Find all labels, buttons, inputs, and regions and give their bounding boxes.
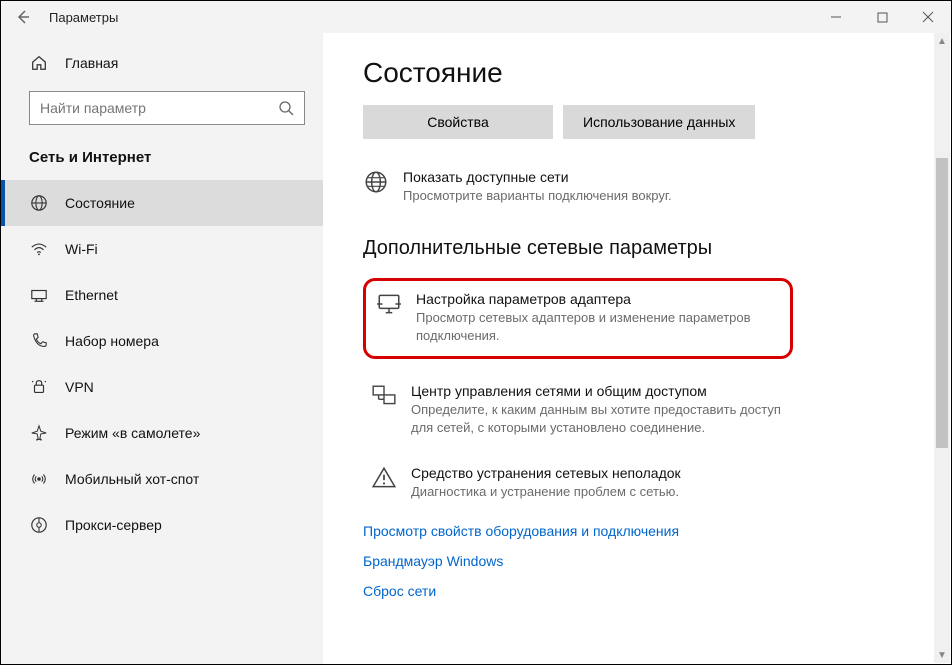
sidebar-item-label: VPN	[65, 379, 94, 395]
row-desc: Диагностика и устранение проблем с сетью…	[411, 483, 681, 501]
sidebar: Главная Сеть и Интернет Состояние	[1, 33, 323, 664]
minimize-icon	[830, 11, 842, 23]
network-center-icon	[371, 383, 397, 409]
search-input[interactable]	[29, 91, 305, 125]
sidebar-item-proxy[interactable]: Прокси-сервер	[1, 502, 323, 548]
row-desc: Просмотр сетевых адаптеров и изменение п…	[416, 309, 780, 345]
link-network-reset[interactable]: Сброс сети	[363, 583, 921, 599]
sidebar-item-vpn[interactable]: VPN	[1, 364, 323, 410]
available-networks-row[interactable]: Показать доступные сети Просмотрите вари…	[363, 169, 921, 205]
properties-button[interactable]: Свойства	[363, 105, 553, 139]
globe-icon	[363, 169, 389, 195]
row-title: Центр управления сетями и общим доступом	[411, 383, 785, 399]
data-usage-button[interactable]: Использование данных	[563, 105, 755, 139]
ethernet-icon	[29, 285, 49, 305]
row-desc: Просмотрите варианты подключения вокруг.	[403, 187, 672, 205]
sidebar-item-label: Wi-Fi	[65, 241, 98, 257]
sidebar-item-label: Прокси-сервер	[65, 517, 162, 533]
scroll-up-icon[interactable]: ▲	[934, 33, 950, 49]
links-section: Просмотр свойств оборудования и подключе…	[363, 523, 921, 599]
proxy-icon	[29, 515, 49, 535]
vpn-icon	[29, 377, 49, 397]
sidebar-item-wifi[interactable]: Wi-Fi	[1, 226, 323, 272]
sidebar-home-label: Главная	[65, 55, 118, 71]
sidebar-item-hotspot[interactable]: Мобильный хот-спот	[1, 456, 323, 502]
phone-icon	[29, 331, 49, 351]
maximize-button[interactable]	[859, 1, 905, 33]
scrollbar-thumb[interactable]	[936, 158, 948, 448]
scrollbar[interactable]: ▲ ▼	[934, 33, 950, 663]
minimize-button[interactable]	[813, 1, 859, 33]
monitor-icon	[376, 291, 402, 317]
sidebar-item-status[interactable]: Состояние	[1, 180, 323, 226]
scroll-down-icon[interactable]: ▼	[934, 647, 950, 663]
sidebar-item-label: Мобильный хот-спот	[65, 471, 199, 487]
row-title: Средство устранения сетевых неполадок	[411, 465, 681, 481]
troubleshooter-row[interactable]: Средство устранения сетевых неполадок Ди…	[363, 459, 793, 507]
window-controls	[813, 1, 951, 33]
sidebar-item-dialup[interactable]: Набор номера	[1, 318, 323, 364]
hotspot-icon	[29, 469, 49, 489]
row-desc: Определите, к каким данным вы хотите пре…	[411, 401, 785, 437]
section-title: Дополнительные сетевые параметры	[363, 237, 921, 260]
sidebar-item-airplane[interactable]: Режим «в самолете»	[1, 410, 323, 456]
sidebar-nav: Состояние Wi-Fi Ethernet Набор номера	[1, 180, 323, 548]
adapter-settings-row[interactable]: Настройка параметров адаптера Просмотр с…	[363, 278, 793, 358]
main-content: Состояние Свойства Использование данных …	[323, 33, 951, 664]
search-field[interactable]	[40, 100, 278, 116]
page-title: Состояние	[363, 57, 921, 89]
sidebar-item-label: Набор номера	[65, 333, 159, 349]
sidebar-item-home[interactable]: Главная	[1, 43, 323, 83]
arrow-left-icon	[15, 9, 31, 25]
back-button[interactable]	[1, 1, 45, 33]
home-icon	[29, 53, 49, 73]
link-hardware-properties[interactable]: Просмотр свойств оборудования и подключе…	[363, 523, 921, 539]
airplane-icon	[29, 423, 49, 443]
sidebar-item-ethernet[interactable]: Ethernet	[1, 272, 323, 318]
window-title: Параметры	[49, 10, 118, 25]
close-icon	[922, 11, 934, 23]
sidebar-category: Сеть и Интернет	[1, 143, 323, 180]
sidebar-item-label: Режим «в самолете»	[65, 425, 200, 441]
title-bar: Параметры	[1, 1, 951, 33]
sidebar-item-label: Ethernet	[65, 287, 118, 303]
sidebar-item-label: Состояние	[65, 195, 135, 211]
row-title: Показать доступные сети	[403, 169, 672, 185]
network-sharing-center-row[interactable]: Центр управления сетями и общим доступом…	[363, 377, 793, 443]
search-icon	[278, 100, 294, 116]
row-title: Настройка параметров адаптера	[416, 291, 780, 307]
warning-icon	[371, 465, 397, 491]
close-button[interactable]	[905, 1, 951, 33]
link-firewall[interactable]: Брандмауэр Windows	[363, 553, 921, 569]
maximize-icon	[877, 12, 888, 23]
globe-icon	[29, 193, 49, 213]
wifi-icon	[29, 239, 49, 259]
